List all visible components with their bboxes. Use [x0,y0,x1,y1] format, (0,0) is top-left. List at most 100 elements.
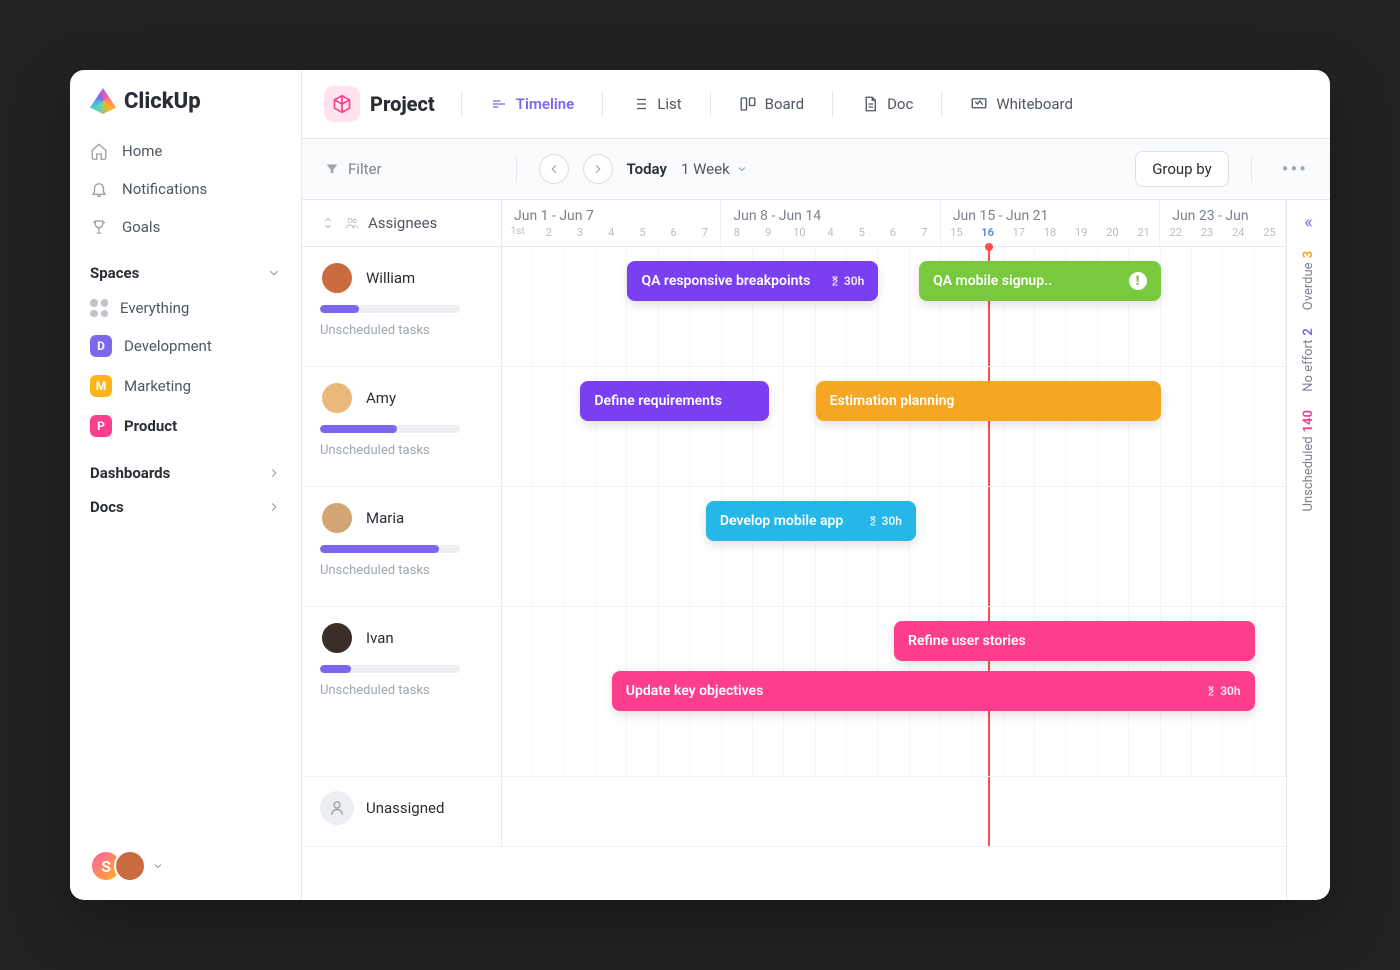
day-cell: 4 [815,226,846,239]
task-effort: 30h [867,514,902,528]
day-cell: 7 [689,226,720,239]
timeline-row: Amy Unscheduled tasks Define requirements… [302,367,1286,487]
prev-button[interactable] [539,154,569,184]
day-cell: 24 [1223,226,1254,239]
sort-icon [320,215,336,231]
day-cell: 5 [627,226,658,239]
view-tab-list[interactable]: List [621,89,691,119]
sidebar: ClickUp Home Notifications Goals Spaces … [70,70,302,900]
row-assignee-cell: Amy Unscheduled tasks [302,367,502,486]
row-assignee-cell: Ivan Unscheduled tasks [302,607,502,776]
rail-unscheduled[interactable]: Unscheduled 140 [1301,410,1316,511]
chevron-left-icon [547,162,561,176]
unscheduled-link[interactable]: Unscheduled tasks [320,323,483,338]
unscheduled-link[interactable]: Unscheduled tasks [320,443,483,458]
project-icon [324,86,360,122]
task-bar[interactable]: Define requirements [580,381,768,421]
assignee[interactable]: Maria [320,501,483,535]
nav-dashboards[interactable]: Dashboards [70,446,301,490]
list-icon [631,95,649,113]
timeline: Assignees Jun 1 - Jun 71st234567Jun 8 - … [302,200,1286,900]
board-icon [739,95,757,113]
bell-icon [90,180,108,198]
task-bar[interactable]: Refine user stories [894,621,1255,661]
topbar: Project Timeline List Board Doc [302,70,1330,139]
space-item-development[interactable]: DDevelopment [70,326,301,366]
space-label: Marketing [124,377,191,395]
day-cell: 4 [596,226,627,239]
task-bar[interactable]: QA responsive breakpoints30h [627,261,878,301]
task-bar[interactable]: Estimation planning [816,381,1161,421]
nav-home[interactable]: Home [70,132,301,170]
filter-icon [324,161,340,177]
row-lane: Refine user stories Update key objectives… [502,607,1286,776]
task-bar[interactable]: Update key objectives30h [612,671,1255,711]
main-content: Project Timeline List Board Doc [302,70,1330,900]
assignee[interactable]: William [320,261,483,295]
assignee[interactable]: Amy [320,381,483,415]
space-everything[interactable]: Everything [70,290,301,326]
more-options-button[interactable]: ••• [1282,157,1308,181]
assignee-name: Ivan [366,629,394,647]
space-item-marketing[interactable]: MMarketing [70,366,301,406]
space-label: Development [124,337,212,355]
project-title: Project [370,92,435,116]
row-assignee-cell: William Unscheduled tasks [302,247,502,366]
view-tab-whiteboard[interactable]: Whiteboard [960,89,1083,119]
trophy-icon [90,218,108,236]
week-column: Jun 8 - Jun 1489104567 [721,200,940,246]
nav-docs[interactable]: Docs [70,490,301,524]
unscheduled-link[interactable]: Unscheduled tasks [320,563,483,578]
chevron-down-icon [736,163,748,175]
filter-button[interactable]: Filter [324,160,382,178]
unassigned-label: Unassigned [366,799,444,817]
rail-no-effort[interactable]: No effort 2 [1301,328,1316,392]
day-cell: 22 [1160,226,1191,239]
nav-notifications[interactable]: Notifications [70,170,301,208]
day-cell: 15 [941,226,972,239]
row-assignee-cell: Maria Unscheduled tasks [302,487,502,606]
timeline-icon [490,95,508,113]
capacity-bar [320,665,460,673]
assignee[interactable]: Ivan [320,621,483,655]
week-label: Jun 23 - Jun [1160,200,1285,226]
task-effort: 30h [829,274,864,288]
today-button[interactable]: Today [627,160,667,178]
view-tab-doc[interactable]: Doc [851,89,923,119]
assignee-avatar [320,261,354,295]
unscheduled-link[interactable]: Unscheduled tasks [320,683,483,698]
capacity-bar [320,545,460,553]
collapse-rail-button[interactable]: « [1304,212,1312,233]
doc-icon [861,95,879,113]
timeline-controls: Filter Today 1 Week Group by ••• [302,139,1330,200]
nav-home-label: Home [122,142,162,160]
view-tab-board[interactable]: Board [729,89,814,119]
task-label: Estimation planning [830,393,955,409]
day-cell: 18 [1034,226,1065,239]
right-rail: « Overdue 3 No effort 2 Unscheduled 140 [1286,200,1330,900]
spaces-heading[interactable]: Spaces [70,246,301,290]
task-bar[interactable]: Develop mobile app30h [706,501,916,541]
assignees-column-header[interactable]: Assignees [302,200,502,246]
day-cell: 17 [1003,226,1034,239]
task-effort: 30h [1205,684,1240,698]
day-cell: 6 [658,226,689,239]
assignee-unassigned[interactable]: Unassigned [320,791,483,825]
group-by-button[interactable]: Group by [1135,151,1229,187]
people-icon [344,215,360,231]
next-button[interactable] [583,154,613,184]
assignee-avatar [320,621,354,655]
user-switcher[interactable]: S [70,850,301,882]
range-select[interactable]: 1 Week [681,160,748,178]
space-item-product[interactable]: PProduct [70,406,301,446]
week-column: Jun 23 - Jun22232425 [1160,200,1286,246]
brand-logo[interactable]: ClickUp [70,88,301,132]
rail-overdue[interactable]: Overdue 3 [1301,251,1316,310]
task-label: Define requirements [594,393,722,409]
view-tab-timeline[interactable]: Timeline [480,89,584,119]
task-bar[interactable]: QA mobile signup..! [919,261,1160,301]
space-badge: P [90,415,112,437]
day-cell: 6 [877,226,908,239]
nav-goals[interactable]: Goals [70,208,301,246]
clickup-logo-icon [90,88,116,114]
